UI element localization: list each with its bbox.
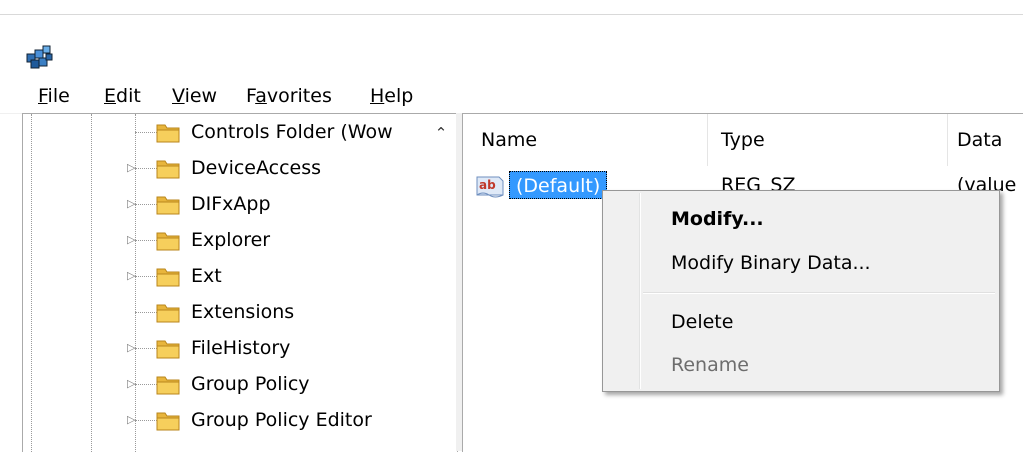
menu-item-delete[interactable]: Delete xyxy=(671,306,733,338)
menu-file[interactable]: File xyxy=(36,82,72,110)
tree-item-label: Explorer xyxy=(191,229,271,251)
tree-item-label: Group Policy Editor xyxy=(191,409,372,431)
tree-item-label: Extensions xyxy=(191,301,295,323)
folder-icon xyxy=(155,372,181,396)
column-divider[interactable] xyxy=(947,114,948,166)
column-divider[interactable] xyxy=(707,114,708,166)
menu-edit[interactable]: Edit xyxy=(102,82,143,110)
tree-item-label: DIFxApp xyxy=(191,193,271,215)
expand-arrow-icon[interactable]: ▷ xyxy=(127,377,137,391)
menu-view[interactable]: View xyxy=(170,82,219,110)
svg-text:ab: ab xyxy=(479,178,496,192)
window-top-edge xyxy=(0,0,1023,15)
expand-arrow-icon[interactable]: ▷ xyxy=(127,269,137,283)
folder-icon xyxy=(155,300,181,324)
scroll-up-arrow-icon[interactable]: ⌃ xyxy=(433,126,449,141)
folder-icon xyxy=(155,264,181,288)
tree-item[interactable]: ▷ Ext xyxy=(23,258,443,294)
tree-item[interactable]: Extensions xyxy=(23,294,443,330)
expand-arrow-icon[interactable]: ▷ xyxy=(127,413,137,427)
menu-favorites[interactable]: Favorites xyxy=(244,82,334,110)
folder-icon xyxy=(155,336,181,360)
title-bar xyxy=(0,15,1023,79)
folder-icon xyxy=(155,228,181,252)
column-header-data[interactable]: Data xyxy=(957,114,1002,166)
tree-item[interactable]: ▷ Group Policy xyxy=(23,366,443,402)
folder-icon xyxy=(155,192,181,216)
menu-separator xyxy=(643,292,995,294)
menu-icon-gutter xyxy=(639,193,641,389)
column-header-name[interactable]: Name xyxy=(481,114,537,166)
context-menu: Modify... Modify Binary Data... Delete R… xyxy=(602,190,1000,392)
expand-arrow-icon[interactable]: ▷ xyxy=(127,341,137,355)
tree-item-label: Controls Folder (Wow xyxy=(191,121,393,143)
folder-icon xyxy=(155,120,181,144)
string-value-icon: ab xyxy=(475,174,505,198)
folder-icon xyxy=(155,408,181,432)
registry-editor-icon xyxy=(24,40,56,72)
expand-arrow-icon[interactable]: ▷ xyxy=(127,233,137,247)
tree-item[interactable]: ▷ DIFxApp xyxy=(23,186,443,222)
tree-item[interactable]: ▷ FileHistory xyxy=(23,330,443,366)
menu-item-rename: Rename xyxy=(671,354,749,376)
tree-item[interactable]: ▷ Group Policy Editor xyxy=(23,402,443,438)
tree-item-label: Group Policy xyxy=(191,373,310,395)
value-name-selected[interactable]: (Default) xyxy=(509,171,608,199)
folder-icon xyxy=(155,156,181,180)
menu-item-modify-binary[interactable]: Modify Binary Data... xyxy=(671,247,871,279)
menu-bar: File Edit View Favorites Help xyxy=(0,79,1023,114)
tree-item-label: DeviceAccess xyxy=(191,157,322,179)
expand-arrow-icon[interactable]: ▷ xyxy=(127,197,137,211)
menu-help[interactable]: Help xyxy=(368,82,415,110)
expand-arrow-icon[interactable]: ▷ xyxy=(127,161,137,175)
tree-item[interactable]: Controls Folder (Wow xyxy=(23,114,443,150)
tree-item-label: FileHistory xyxy=(191,337,291,359)
menu-item-modify[interactable]: Modify... xyxy=(671,203,764,235)
tree-item-label: Ext xyxy=(191,265,222,287)
tree-item[interactable]: ▷ DeviceAccess xyxy=(23,150,443,186)
tree-item[interactable]: ▷ Explorer xyxy=(23,222,443,258)
column-header-type[interactable]: Type xyxy=(721,114,765,166)
key-tree-pane[interactable]: Controls Folder (Wow ▷ DeviceAccess ▷ DIFxAp… xyxy=(22,113,458,452)
